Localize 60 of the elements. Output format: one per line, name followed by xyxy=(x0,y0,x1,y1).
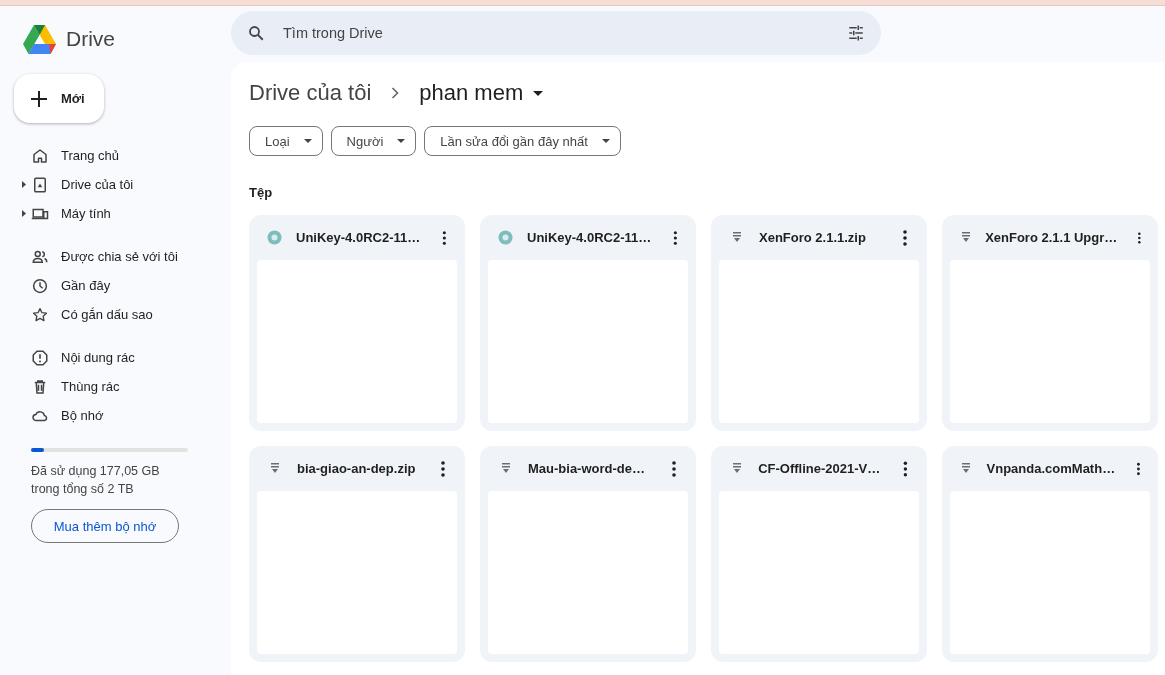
disc-icon xyxy=(498,230,513,245)
file-name: Vnpanda.comMath… xyxy=(986,461,1116,476)
expand-arrow-icon xyxy=(22,181,26,188)
archive-icon xyxy=(271,463,279,474)
drive-icon xyxy=(31,175,49,194)
filter-chip[interactable]: Lần sửa đổi gần đây nhất xyxy=(424,126,621,156)
file-name: UniKey-4.0RC2-11… xyxy=(527,230,652,245)
file-name: Mau-bia-word-de… xyxy=(528,461,646,476)
sidebar-item[interactable]: Thùng rác xyxy=(0,372,231,401)
file-name: XenForo 2.1.1.zip xyxy=(759,230,867,245)
caret-icon xyxy=(303,139,312,143)
sidebar-item[interactable]: Nội dung rác xyxy=(0,343,231,372)
sidebar-item[interactable]: Trang chủ xyxy=(0,141,231,170)
file-card[interactable]: bia-giao-an-dep.zip xyxy=(249,446,465,662)
home-icon xyxy=(31,146,49,165)
storage-usage-text: Đã sử dụng 177,05 GB trong tổng số 2 TB xyxy=(31,463,161,498)
file-name: CF-Offline-2021-V… xyxy=(758,461,881,476)
sidebar-item[interactable]: Gần đây xyxy=(0,271,231,300)
sidebar-item[interactable]: Có gắn dấu sao xyxy=(0,300,231,329)
clock-icon xyxy=(31,276,49,295)
file-card[interactable]: CF-Offline-2021-V… xyxy=(711,446,927,662)
file-name: bia-giao-an-dep.zip xyxy=(297,461,417,476)
archive-icon xyxy=(962,463,971,474)
file-name: UniKey-4.0RC2-11… xyxy=(296,230,421,245)
file-card[interactable]: XenForo 2.1.1.zip xyxy=(711,215,927,431)
file-card[interactable]: Mau-bia-word-de… xyxy=(480,446,696,662)
filter-chip[interactable]: Loại xyxy=(249,126,323,156)
caret-icon xyxy=(397,139,406,143)
archive-icon xyxy=(502,463,510,474)
chevron-right-icon xyxy=(391,87,400,99)
folder-menu-button[interactable]: phan mem xyxy=(419,80,544,106)
search-input[interactable]: Tìm trong Drive xyxy=(281,24,847,42)
sidebar-item[interactable]: Máy tính xyxy=(0,199,231,228)
app-name: Drive xyxy=(66,27,115,51)
search-icon xyxy=(247,24,265,42)
expand-arrow-icon xyxy=(22,210,26,217)
file-card[interactable]: UniKey-4.0RC2-11… xyxy=(480,215,696,431)
sidebar-item[interactable]: Được chia sẻ với tôi xyxy=(0,242,231,271)
sidebar-item[interactable]: Bộ nhớ xyxy=(0,401,231,430)
star-icon xyxy=(31,305,49,324)
drive-logo-icon xyxy=(23,24,56,54)
archive-icon xyxy=(961,232,970,243)
new-button[interactable]: Mới xyxy=(14,74,104,123)
spam-icon xyxy=(31,348,49,367)
sidebar-item[interactable]: Drive của tôi xyxy=(0,170,231,199)
file-name: XenForo 2.1.1 Upgr… xyxy=(985,230,1118,245)
file-card[interactable]: XenForo 2.1.1 Upgr… xyxy=(942,215,1158,431)
file-card[interactable]: Vnpanda.comMath… xyxy=(942,446,1158,662)
breadcrumb-link[interactable]: Drive của tôi xyxy=(249,80,372,106)
archive-icon xyxy=(733,232,741,243)
disc-icon xyxy=(267,230,282,245)
plus-icon xyxy=(30,89,48,108)
search-field[interactable]: Tìm trong Drive xyxy=(231,11,881,55)
filter-settings-icon[interactable] xyxy=(847,24,865,42)
caret-icon xyxy=(601,139,610,143)
filter-chip[interactable]: Người xyxy=(330,126,417,156)
caret-icon xyxy=(533,90,544,96)
file-card[interactable]: UniKey-4.0RC2-11… xyxy=(249,215,465,431)
archive-icon xyxy=(732,463,741,474)
section-title: Tệp xyxy=(249,185,274,200)
